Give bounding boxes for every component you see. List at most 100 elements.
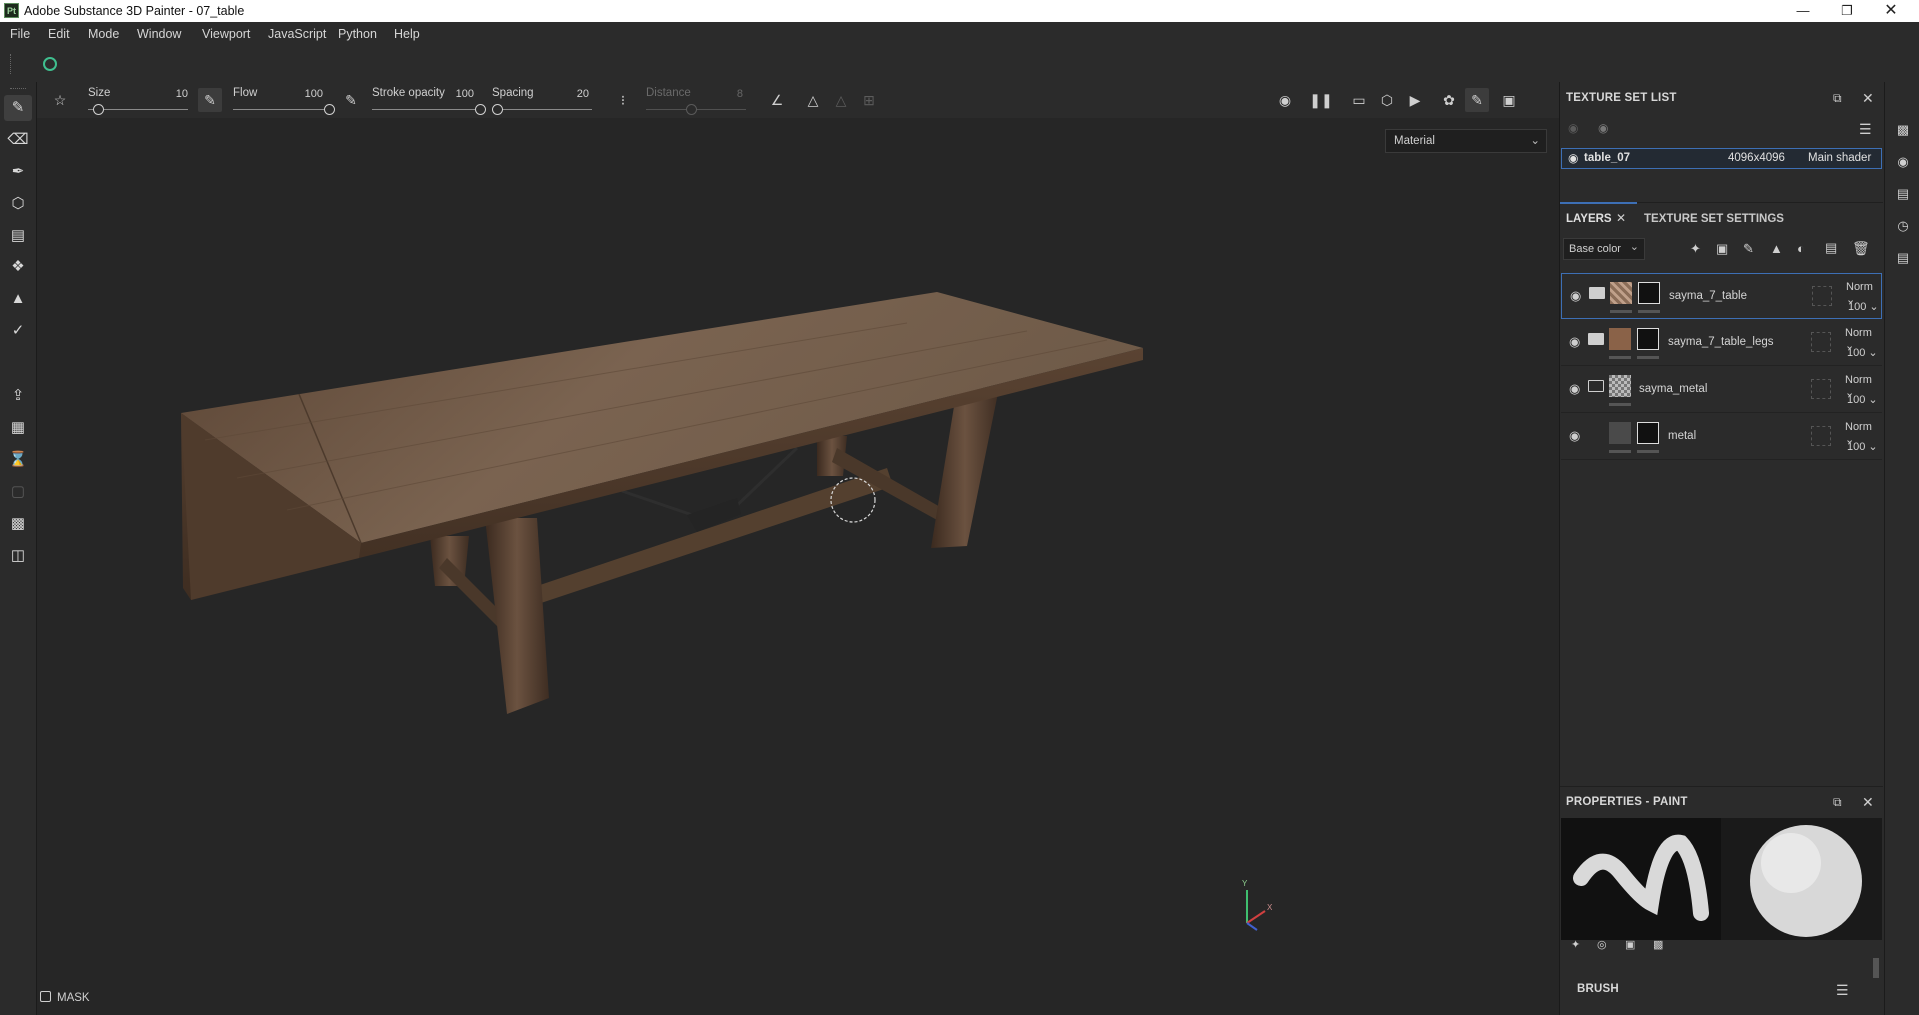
stamp-icon[interactable]: ▲ bbox=[4, 286, 32, 312]
pressure-flow-icon[interactable]: ✎ bbox=[339, 88, 363, 112]
tab-layers[interactable]: LAYERS bbox=[1566, 213, 1612, 225]
polygon-fill-icon[interactable]: ⬡ bbox=[4, 191, 32, 217]
channel-select[interactable]: Base color ⌄ bbox=[1563, 238, 1645, 260]
pick-icon[interactable]: ✦ bbox=[1571, 938, 1580, 951]
mask-toggle[interactable]: MASK bbox=[40, 991, 90, 1004]
uv-icon[interactable]: ▢ bbox=[4, 479, 32, 505]
properties-scrollbar[interactable] bbox=[1873, 958, 1879, 978]
tab-texture-set-settings[interactable]: TEXTURE SET SETTINGS bbox=[1644, 213, 1784, 225]
eye-icon[interactable]: ◉ bbox=[1568, 151, 1578, 165]
gradient-icon[interactable]: ▩ bbox=[1653, 938, 1663, 951]
drag-handle[interactable] bbox=[10, 54, 13, 74]
layer-channel-box[interactable] bbox=[1811, 379, 1831, 399]
close-icon[interactable]: ✕ bbox=[1869, 0, 1913, 22]
export-icon[interactable]: ⇪ bbox=[4, 383, 32, 409]
layer-name[interactable]: sayma_metal bbox=[1639, 383, 1707, 395]
minimize-icon[interactable]: — bbox=[1781, 0, 1825, 22]
paint-mode-icon[interactable]: ✎ bbox=[1465, 88, 1489, 112]
flow-value[interactable]: 100 bbox=[293, 88, 323, 100]
show-icon[interactable]: ◉ bbox=[1598, 121, 1608, 135]
close-tab-icon[interactable]: ✕ bbox=[1616, 211, 1626, 225]
add-mask-icon[interactable]: ▣ bbox=[1716, 241, 1728, 257]
stencil-icon[interactable]: ▣ bbox=[1625, 938, 1635, 951]
table-3d-model[interactable]: Y X bbox=[37, 118, 1559, 1015]
viewport-2d-icon[interactable]: ▭ bbox=[1347, 88, 1371, 112]
viewport-mode-select[interactable]: Material ⌄ bbox=[1385, 129, 1547, 153]
menu-viewport[interactable]: Viewport bbox=[202, 27, 250, 41]
log-icon[interactable]: ▤ bbox=[1893, 250, 1913, 270]
folder-icon[interactable] bbox=[1589, 287, 1605, 299]
lazy-mouse-icon[interactable]: ⁝ bbox=[611, 88, 635, 112]
stroke-opacity-value[interactable]: 100 bbox=[444, 88, 474, 100]
camera-icon[interactable]: ▶ bbox=[1403, 88, 1427, 112]
pressure-size-icon[interactable]: ✎ bbox=[198, 88, 222, 112]
bake-icon[interactable]: ▦ bbox=[4, 415, 32, 441]
layer-row[interactable]: ◉ metal Norm ⌄ 100 ⌄ bbox=[1561, 414, 1882, 460]
size-value[interactable]: 10 bbox=[158, 88, 188, 100]
layer-row[interactable]: ◉ sayma_metal Norm ⌄ 100 ⌄ bbox=[1561, 367, 1882, 413]
menu-window[interactable]: Window bbox=[137, 27, 181, 41]
texture-set-row[interactable]: ◉ table_07 4096x4096 Main shader bbox=[1561, 148, 1882, 169]
layer-row[interactable]: ◉ sayma_7_table Norm ⌄ 100 ⌄ bbox=[1561, 273, 1882, 319]
menu-icon[interactable]: ☰ bbox=[1859, 121, 1872, 138]
menu-python[interactable]: Python bbox=[338, 27, 377, 41]
add-paint-layer-icon[interactable]: ✎ bbox=[1743, 241, 1754, 257]
environment-icon[interactable]: ✿ bbox=[1437, 88, 1461, 112]
sync-status-icon[interactable] bbox=[43, 57, 57, 71]
menu-mode[interactable]: Mode bbox=[88, 27, 119, 41]
layer-channel-box[interactable] bbox=[1812, 286, 1832, 306]
stroke-opacity-slider[interactable] bbox=[372, 109, 480, 110]
line-angle-icon[interactable]: ∠ bbox=[765, 88, 789, 112]
target-icon[interactable]: ◎ bbox=[1597, 938, 1607, 951]
close-panel-icon[interactable]: ✕ bbox=[1862, 90, 1874, 107]
eye-icon[interactable]: ◉ bbox=[1569, 428, 1580, 444]
menu-javascript[interactable]: JavaScript bbox=[268, 27, 326, 41]
eraser-icon[interactable]: ⌫ bbox=[4, 127, 32, 153]
history-icon[interactable]: ◷ bbox=[1893, 218, 1913, 238]
add-folder-icon[interactable]: ▤ bbox=[1825, 240, 1837, 256]
display-settings-icon[interactable]: ▩ bbox=[4, 511, 32, 537]
delete-layer-icon[interactable]: 🗑 bbox=[1852, 240, 1870, 257]
hide-ui-icon[interactable]: ◉ bbox=[1273, 88, 1297, 112]
menu-file[interactable]: File bbox=[10, 27, 30, 41]
layer-name[interactable]: metal bbox=[1668, 430, 1696, 442]
mask-thumbnail[interactable] bbox=[1638, 282, 1660, 304]
spacing-value[interactable]: 20 bbox=[559, 88, 589, 100]
add-fill-layer-icon[interactable]: ▲ bbox=[1770, 241, 1783, 256]
float-panel-icon[interactable]: ⧉ bbox=[1833, 795, 1842, 810]
layer-opacity[interactable]: 100 ⌄ bbox=[1848, 300, 1879, 313]
layer-row[interactable]: ◉ sayma_7_table_legs Norm ⌄ 100 ⌄ bbox=[1561, 320, 1882, 366]
eye-icon[interactable]: ◉ bbox=[1569, 334, 1580, 350]
globe-icon[interactable]: ◉ bbox=[1893, 154, 1913, 174]
section-menu-icon[interactable]: ☰ bbox=[1836, 982, 1849, 999]
spacing-slider-handle[interactable] bbox=[492, 104, 503, 115]
drag-handle[interactable] bbox=[10, 88, 26, 90]
flow-slider-handle[interactable] bbox=[324, 104, 335, 115]
flow-slider[interactable] bbox=[233, 109, 329, 110]
texture-set-shader[interactable]: Main shader bbox=[1808, 152, 1871, 164]
brush-section-title[interactable]: BRUSH bbox=[1577, 983, 1619, 995]
projection-icon[interactable]: ✒ bbox=[4, 159, 32, 185]
viewport-3d-icon[interactable]: ⬡ bbox=[1375, 88, 1399, 112]
crop-icon[interactable]: ⊞ bbox=[857, 88, 881, 112]
color-picker-icon[interactable]: ✓ bbox=[4, 318, 32, 344]
screenshot-icon[interactable]: ▣ bbox=[1497, 88, 1521, 112]
layer-opacity[interactable]: 100 ⌄ bbox=[1847, 393, 1878, 406]
display-settings-icon[interactable]: ▩ bbox=[1893, 122, 1913, 142]
folder-icon[interactable] bbox=[1588, 333, 1604, 345]
layer-channel-box[interactable] bbox=[1811, 426, 1831, 446]
menu-help[interactable]: Help bbox=[394, 27, 420, 41]
add-smart-material-icon[interactable]: ◐ bbox=[1797, 241, 1805, 256]
eye-icon[interactable]: ◉ bbox=[1569, 381, 1580, 397]
symmetry-settings-icon[interactable]: △ bbox=[829, 88, 853, 112]
clone-icon[interactable]: ❖ bbox=[4, 254, 32, 280]
layer-name[interactable]: sayma_7_table bbox=[1669, 290, 1747, 302]
layer-opacity[interactable]: 100 ⌄ bbox=[1847, 346, 1878, 359]
shelf-icon[interactable]: ▤ bbox=[1893, 186, 1913, 206]
3d-viewport[interactable]: Y X bbox=[37, 118, 1559, 1015]
stroke-opacity-slider-handle[interactable] bbox=[475, 104, 486, 115]
brush-settings-icon[interactable]: ☆ bbox=[48, 88, 72, 112]
symmetry-icon[interactable]: △ bbox=[801, 88, 825, 112]
spacing-slider[interactable] bbox=[492, 109, 592, 110]
layer-name[interactable]: sayma_7_table_legs bbox=[1668, 336, 1774, 348]
